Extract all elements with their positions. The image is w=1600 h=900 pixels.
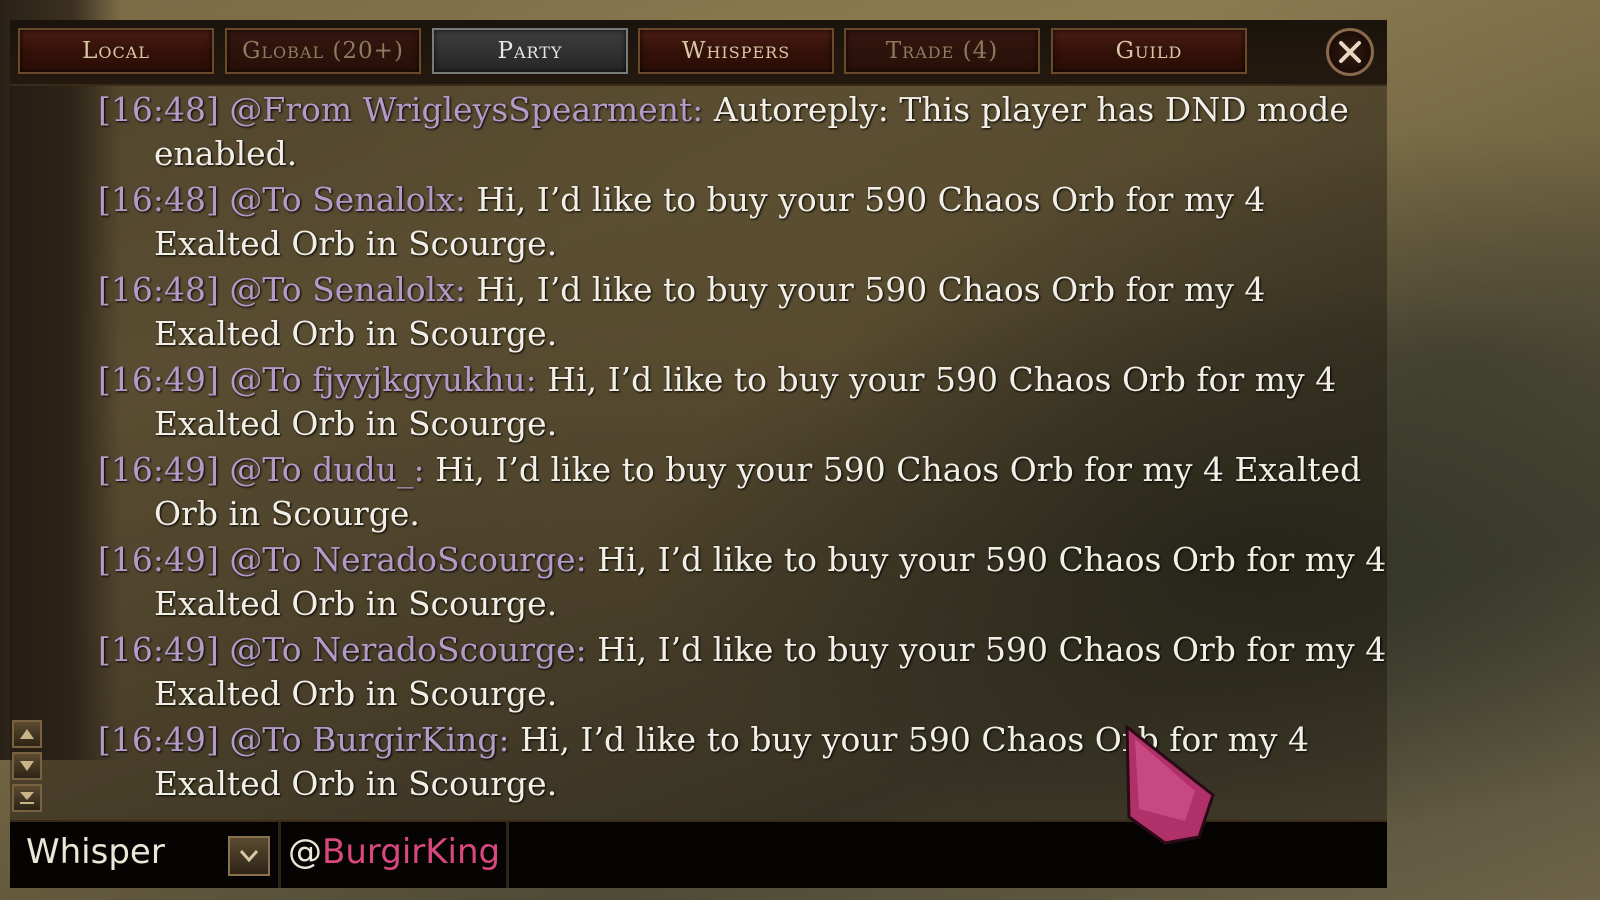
message-time: [16:49] <box>98 360 219 399</box>
scroll-up-button[interactable] <box>12 720 42 748</box>
message-direction: @To <box>229 540 302 579</box>
channel-label[interactable]: Whisper <box>26 832 165 872</box>
message-meta[interactable]: [16:49] @To dudu_: <box>98 450 425 489</box>
message-meta[interactable]: [16:49] @To BurgirKing: <box>98 720 510 759</box>
message-sender[interactable]: NeradoScourge: <box>312 630 587 669</box>
tab-trade[interactable]: Trade (4) <box>844 28 1040 74</box>
tab-party[interactable]: Party <box>432 28 628 74</box>
message-sender[interactable]: fjyyjkgyukhu: <box>312 360 537 399</box>
scroll-up-icon <box>20 729 34 739</box>
message-direction: @To <box>229 720 302 759</box>
message-sender[interactable]: BurgirKing: <box>312 720 509 759</box>
mouse-cursor-icon <box>1125 725 1215 845</box>
message-time: [16:49] <box>98 630 219 669</box>
message-sender[interactable]: NeradoScourge: <box>312 540 587 579</box>
input-divider <box>278 822 281 888</box>
message-time: [16:48] <box>98 180 219 219</box>
message-sender[interactable]: Senalolx: <box>312 270 466 309</box>
chat-tab-bar: Local Global (20+) Party Whispers Trade … <box>10 20 1387 86</box>
message-meta[interactable]: [16:49] @To NeradoScourge: <box>98 540 587 579</box>
message-time: [16:48] <box>98 90 219 129</box>
scroll-to-bottom-icon <box>20 792 34 804</box>
message-direction: @To <box>229 360 302 399</box>
message-meta[interactable]: [16:49] @To fjyyjkgyukhu: <box>98 360 537 399</box>
message-meta[interactable]: [16:48] @To Senalolx: <box>98 180 466 219</box>
chat-message: [16:48] @To Senalolx: Hi, I’d like to bu… <box>98 178 1388 266</box>
chat-message: [16:48] @From WrigleysSpearment: Autorep… <box>98 88 1388 176</box>
scroll-controls <box>12 720 44 816</box>
close-chat-button[interactable] <box>1326 28 1374 76</box>
at-sign: @ <box>288 832 322 872</box>
message-direction: @To <box>229 630 302 669</box>
message-time: [16:49] <box>98 720 219 759</box>
message-meta[interactable]: [16:49] @To NeradoScourge: <box>98 630 587 669</box>
tab-whispers[interactable]: Whispers <box>638 28 834 74</box>
tab-local[interactable]: Local <box>18 28 214 74</box>
chat-message: [16:49] @To fjyyjkgyukhu: Hi, I’d like t… <box>98 358 1388 446</box>
close-x-icon <box>1339 41 1361 63</box>
message-direction: @To <box>229 450 302 489</box>
message-sender[interactable]: WrigleysSpearment: <box>363 90 704 129</box>
message-direction: @To <box>229 270 302 309</box>
chat-message: [16:49] @To NeradoScourge: Hi, I’d like … <box>98 538 1388 626</box>
whisper-target[interactable]: @BurgirKing <box>288 832 500 872</box>
message-time: [16:48] <box>98 270 219 309</box>
tab-global[interactable]: Global (20+) <box>225 28 421 74</box>
message-time: [16:49] <box>98 540 219 579</box>
chevron-down-icon <box>239 850 259 863</box>
message-list: [16:48] @From WrigleysSpearment: Autorep… <box>98 88 1388 808</box>
message-direction: @From <box>229 90 353 129</box>
message-meta[interactable]: [16:48] @To Senalolx: <box>98 270 466 309</box>
input-divider <box>506 822 509 888</box>
message-sender[interactable]: dudu_: <box>312 450 424 489</box>
channel-dropdown-button[interactable] <box>228 836 270 876</box>
message-direction: @To <box>229 180 302 219</box>
chat-message: [16:49] @To dudu_: Hi, I’d like to buy y… <box>98 448 1388 536</box>
message-meta[interactable]: [16:48] @From WrigleysSpearment: <box>98 90 703 129</box>
chat-message: [16:49] @To NeradoScourge: Hi, I’d like … <box>98 628 1388 716</box>
message-time: [16:49] <box>98 450 219 489</box>
scroll-down-icon <box>20 761 34 771</box>
whisper-target-name[interactable]: BurgirKing <box>322 832 500 872</box>
chat-message: [16:48] @To Senalolx: Hi, I’d like to bu… <box>98 268 1388 356</box>
scroll-to-bottom-button[interactable] <box>12 784 42 812</box>
tab-guild[interactable]: Guild <box>1051 28 1247 74</box>
scroll-down-button[interactable] <box>12 752 42 780</box>
message-sender[interactable]: Senalolx: <box>312 180 466 219</box>
